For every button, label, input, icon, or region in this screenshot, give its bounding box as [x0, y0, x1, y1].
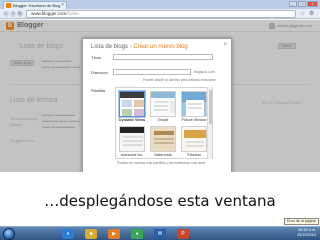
- blogger-favicon-icon: [6, 3, 11, 8]
- templates-hint: Puedes ver muchas más plantillas y perso…: [117, 161, 206, 165]
- title-field-label: Título: [91, 55, 102, 60]
- thumb-header: [120, 127, 144, 133]
- wrench-icon[interactable]: ⚙: [309, 10, 314, 17]
- address-hint: Puedes añadir un dominio personalizado m…: [143, 78, 216, 82]
- template-option-picture-window[interactable]: Picture Window: [181, 91, 207, 122]
- template-thumbnail: [119, 126, 145, 152]
- close-icon[interactable]: ×: [223, 42, 227, 48]
- browser-screen: Blogger: Escritorio de Blog × _ □ × ‹ › …: [0, 0, 320, 172]
- create-blog-dialog: Lista de blogs › Crear un nuevo blog × T…: [82, 38, 232, 172]
- thumb-line: [123, 144, 143, 146]
- thumb-line: [123, 136, 143, 138]
- thumb-line: [186, 141, 204, 143]
- powerpoint-icon[interactable]: P: [177, 229, 189, 239]
- thumb-header: [120, 92, 144, 98]
- template-option-dynamic-views[interactable]: Dynamic Views: [119, 91, 145, 122]
- thumb-block: [122, 100, 132, 107]
- internet-explorer-icon[interactable]: e: [62, 229, 74, 239]
- address-domain-suffix: .blogspot.com: [193, 70, 215, 74]
- close-window-button[interactable]: ×: [307, 1, 318, 7]
- thumb-line: [188, 103, 202, 105]
- maximize-button[interactable]: □: [298, 1, 306, 7]
- thumb-line: [154, 142, 174, 144]
- template-field-label: Plantilla: [91, 88, 106, 93]
- folder-icon[interactable]: ■: [85, 229, 97, 239]
- template-label: Ethereal: [187, 153, 201, 157]
- blogger-page: B Blogger usuario@gmail.com Lista de blo…: [0, 20, 320, 172]
- chrome-icon[interactable]: ●: [131, 229, 143, 239]
- thumb-line: [188, 107, 202, 109]
- address-bar[interactable]: www.blogger.com/home: [26, 10, 296, 18]
- tray-date: 25/10/2012: [296, 233, 316, 237]
- thumb-line: [154, 138, 174, 140]
- dialog-title-separator: ›: [129, 44, 132, 50]
- word-icon[interactable]: W: [154, 229, 166, 239]
- forward-button[interactable]: ›: [10, 11, 16, 17]
- title-input[interactable]: [113, 54, 213, 60]
- address-field-label: Dirección: [91, 70, 108, 75]
- media-player-icon[interactable]: ▶: [108, 229, 120, 239]
- thumb-header: [154, 131, 174, 135]
- template-option-watermark[interactable]: Watermark: [150, 126, 176, 157]
- browser-tab[interactable]: Blogger: Escritorio de Blog ×: [3, 1, 67, 9]
- thumb-line: [186, 145, 204, 147]
- back-button[interactable]: ‹: [3, 11, 9, 17]
- start-button[interactable]: [3, 228, 15, 240]
- thumb-header: [184, 130, 206, 138]
- template-scrollbar[interactable]: [207, 87, 212, 159]
- slide-caption: …desplegándose esta ventana: [44, 192, 276, 210]
- reload-button[interactable]: ↻: [17, 11, 23, 17]
- tab-title: Blogger: Escritorio de Blog: [13, 3, 61, 8]
- template-label: Watermark: [154, 153, 172, 157]
- thumb-block: [134, 109, 144, 116]
- template-option-awesome-inc[interactable]: Awesome Inc.: [119, 126, 145, 157]
- template-label: Dynamic Views: [119, 118, 146, 122]
- system-tray[interactable]: 10:15 a.m. 25/10/2012: [297, 228, 316, 240]
- dialog-title: Lista de blogs › Crear un nuevo blog: [91, 44, 188, 51]
- bookmark-star-icon[interactable]: ☆: [300, 10, 305, 17]
- template-thumbnail: [150, 126, 176, 152]
- window-controls: _ □ ×: [289, 1, 318, 7]
- thumb-header: [151, 92, 175, 98]
- thumb-sidebar: [170, 101, 175, 113]
- dialog-title-current: Crear un nuevo blog: [133, 44, 188, 50]
- template-label: Simple: [157, 118, 169, 122]
- dialog-title-breadcrumb[interactable]: Lista de blogs: [91, 44, 128, 50]
- thumb-line: [154, 101, 168, 103]
- thumb-block: [134, 100, 144, 107]
- template-label: Awesome Inc.: [120, 153, 144, 157]
- tray-tooltip: Error de la página: [284, 218, 319, 225]
- browser-toolbar: ‹ › ↻ www.blogger.com/home ☆ ⚙: [0, 9, 320, 19]
- template-thumbnail: [181, 126, 207, 152]
- template-thumbnail: [119, 91, 145, 117]
- template-thumbnail: [150, 91, 176, 117]
- template-gallery: Dynamic Views Simple Picture Window Awes…: [115, 87, 213, 159]
- address-input[interactable]: [113, 69, 191, 75]
- address-domain: www.blogger.com: [31, 11, 67, 16]
- thumb-block: [122, 109, 132, 116]
- template-option-ethereal[interactable]: Ethereal: [181, 126, 207, 157]
- thumb-line: [154, 109, 168, 111]
- windows-taskbar: e ■ ▶ ● W P 10:15 a.m. 25/10/2012: [0, 226, 320, 240]
- thumb-line: [123, 140, 143, 142]
- thumb-line: [154, 105, 168, 107]
- address-path: /home: [66, 11, 79, 16]
- scroll-thumb[interactable]: [209, 90, 212, 124]
- template-label: Picture Window: [181, 118, 207, 122]
- template-thumbnail: [181, 91, 207, 117]
- tab-close-icon[interactable]: ×: [61, 2, 64, 9]
- browser-tab-strip: Blogger: Escritorio de Blog × _ □ ×: [0, 0, 320, 9]
- minimize-button[interactable]: _: [289, 1, 297, 7]
- template-option-simple[interactable]: Simple: [150, 91, 176, 122]
